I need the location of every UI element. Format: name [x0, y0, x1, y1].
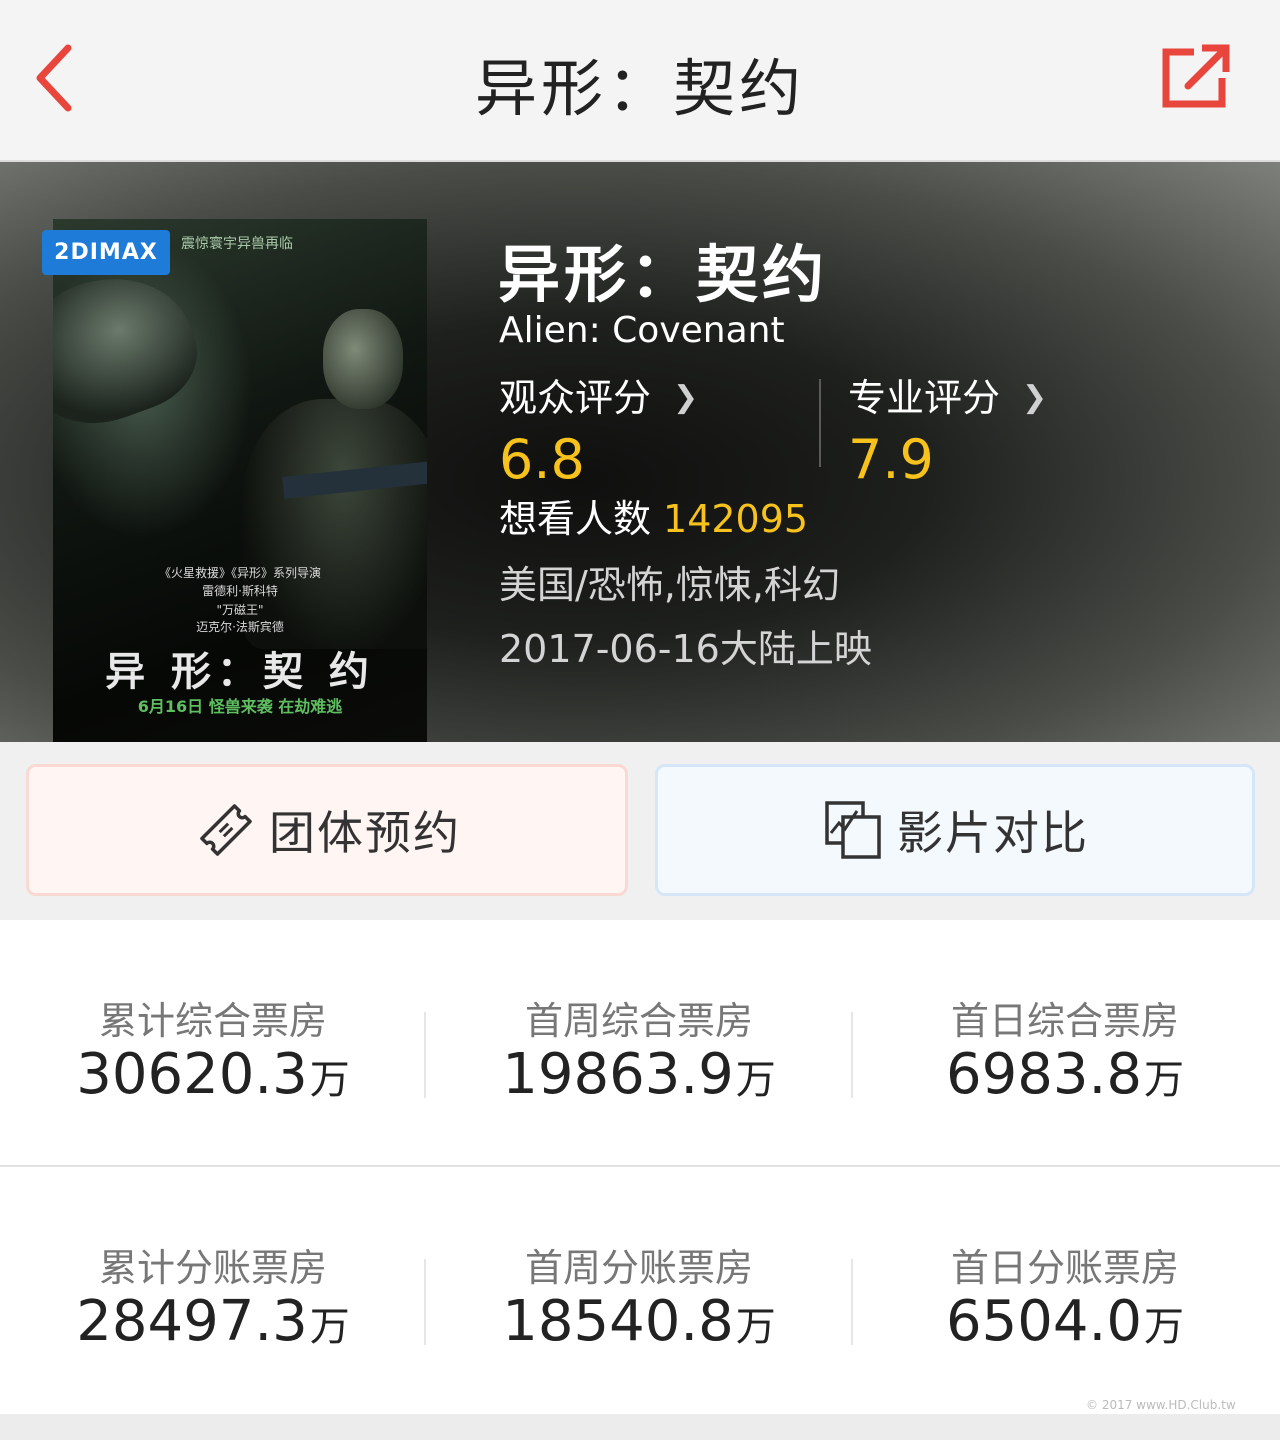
box-office-label: 首周综合票房	[524, 999, 753, 1043]
movie-english-title: Alien: Covenant	[499, 310, 785, 351]
box-office-value: 6983.8万	[946, 1042, 1184, 1107]
score-divider	[819, 379, 821, 467]
box-office-cell: 首周分账票房 18540.8万	[426, 1167, 852, 1414]
want-to-see-row: 想看人数 142095	[499, 488, 808, 543]
group-booking-button[interactable]: 团体预约	[26, 764, 628, 896]
pro-score[interactable]: 专业评分 ❯ 7.9	[848, 367, 1047, 491]
share-button[interactable]	[1158, 42, 1234, 112]
box-office-label: 累计综合票房	[98, 999, 327, 1043]
box-office-value: 30620.3万	[76, 1042, 350, 1107]
movie-compare-label: 影片对比	[897, 806, 1089, 860]
box-office-cell: 首日分账票房 6504.0万	[852, 1167, 1278, 1414]
box-office-label: 首周分账票房	[524, 1246, 753, 1290]
box-office-gross-row: 累计综合票房 30620.3万 首周综合票房 19863.9万 首日综合票房 6…	[0, 920, 1280, 1165]
want-to-see-label: 想看人数	[499, 497, 652, 541]
box-office-cell: 首周综合票房 19863.9万	[426, 920, 852, 1165]
poster-character-face	[323, 309, 403, 409]
chevron-right-icon: ❯	[673, 380, 699, 415]
audience-score-label: 观众评分	[499, 376, 652, 420]
box-office-cell: 累计综合票房 30620.3万	[0, 920, 426, 1165]
want-to-see-count: 142095	[663, 497, 809, 541]
group-booking-label: 团体预约	[269, 806, 461, 860]
box-office-label: 首日分账票房	[950, 1246, 1179, 1290]
format-badge: 2DIMAX	[42, 230, 170, 275]
pro-score-label: 专业评分	[848, 376, 1001, 420]
movie-genre: 美国/恐怖,惊悚,科幻	[499, 563, 840, 607]
movie-title: 异形：契约	[498, 238, 829, 311]
movie-compare-button[interactable]: 影片对比	[655, 764, 1255, 896]
compare-chart-icon	[825, 801, 881, 859]
box-office-value: 28497.3万	[76, 1289, 350, 1354]
poster-credit: "万磁王"	[216, 603, 264, 617]
box-office-value: 19863.9万	[502, 1042, 776, 1107]
action-bar: 团体预约 影片对比	[0, 742, 1280, 920]
movie-poster[interactable]: 震惊寰宇异兽再临 《火星救援》《异形》系列导演 雷德利·斯科特 "万磁王" 迈克…	[53, 219, 427, 742]
top-nav-bar: 异形：契约	[0, 0, 1280, 162]
box-office-value: 18540.8万	[502, 1289, 776, 1354]
movie-release-date: 2017-06-16大陆上映	[499, 627, 872, 671]
audience-score-value: 6.8	[499, 428, 585, 491]
pro-score-value: 7.9	[848, 428, 934, 491]
box-office-value: 6504.0万	[946, 1289, 1184, 1354]
box-office-label: 累计分账票房	[98, 1246, 327, 1290]
poster-title: 异 形：契 约	[105, 649, 375, 695]
box-office-cell: 累计分账票房 28497.3万	[0, 1167, 426, 1414]
movie-hero: 震惊寰宇异兽再临 《火星救援》《异形》系列导演 雷德利·斯科特 "万磁王" 迈克…	[0, 162, 1280, 742]
bottom-strip	[0, 1414, 1280, 1440]
ticket-icon	[200, 804, 252, 856]
box-office-label: 首日综合票房	[950, 999, 1179, 1043]
watermark: © 2017 www.HD.Club.tw	[1086, 1398, 1236, 1412]
audience-score[interactable]: 观众评分 ❯ 6.8	[499, 367, 698, 491]
poster-credit: 《火星救援》《异形》系列导演	[158, 566, 321, 580]
box-office-cell: 首日综合票房 6983.8万	[852, 920, 1278, 1165]
box-office-split-row: 累计分账票房 28497.3万 首周分账票房 18540.8万 首日分账票房 6…	[0, 1167, 1280, 1414]
poster-credit: 迈克尔·法斯宾德	[196, 620, 284, 634]
page-title: 异形：契约	[474, 52, 805, 125]
poster-credit: 雷德利·斯科特	[202, 584, 278, 598]
poster-tagline: 震惊寰宇异兽再临	[181, 236, 293, 252]
share-icon	[1162, 44, 1230, 108]
chevron-right-icon: ❯	[1022, 380, 1048, 415]
poster-date-line: 6月16日 怪兽来袭 在劫难逃	[137, 697, 343, 716]
